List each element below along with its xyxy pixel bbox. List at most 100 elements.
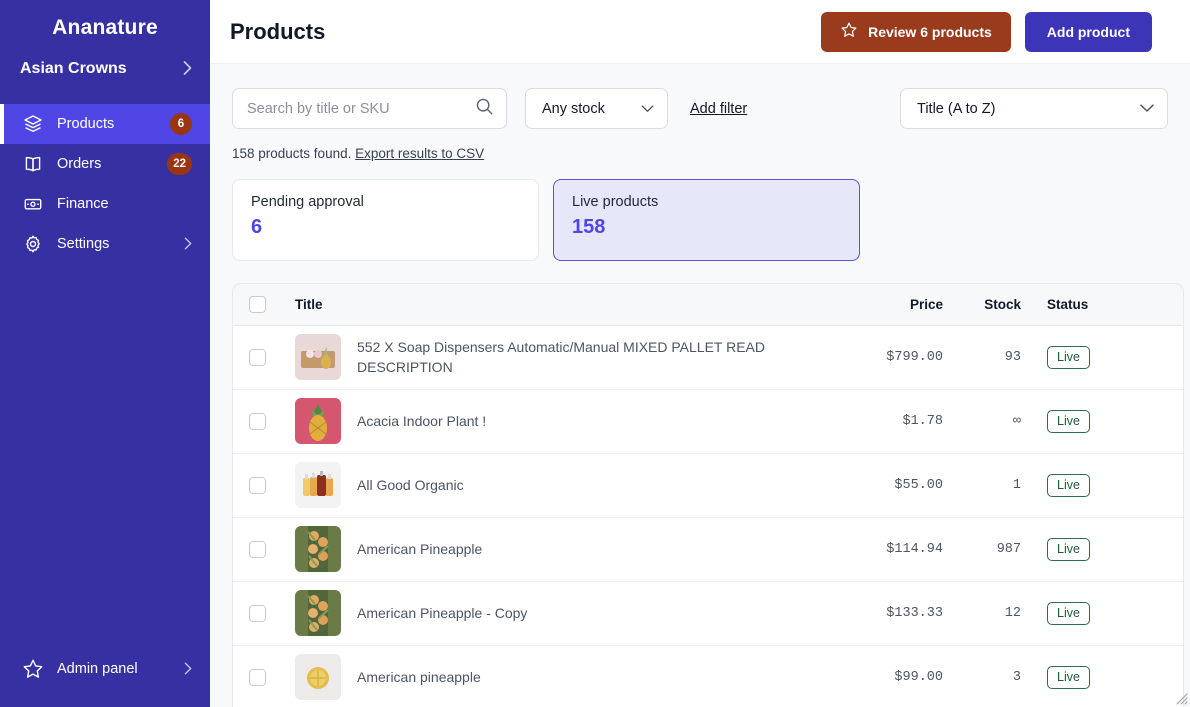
review-products-label: Review 6 products [868, 23, 992, 40]
row-select-cell [233, 645, 281, 707]
select-all-checkbox[interactable] [248, 295, 266, 313]
table-row[interactable]: American pineapple $99.00 3 Live [233, 645, 1183, 707]
product-stock: ∞ [955, 389, 1033, 454]
row-select-cell [233, 517, 281, 582]
table-row[interactable]: American Pineapple $114.94 987 Live [233, 517, 1183, 582]
product-title: 552 X Soap Dispensers Automatic/Manual M… [357, 338, 766, 375]
table-head: Title Price Stock Status [233, 284, 1183, 326]
column-header-price[interactable]: Price [837, 284, 955, 326]
row-select-cell [233, 325, 281, 390]
sidebar-item-settings[interactable]: Settings [0, 224, 210, 264]
sidebar-footer: Admin panel [0, 649, 210, 689]
stock-filter-select[interactable]: Any stock [525, 88, 668, 129]
products-table: Title Price Stock Status 552 X Soap Disp… [233, 284, 1183, 707]
row-checkbox[interactable] [248, 476, 266, 494]
card-label: Live products [572, 194, 659, 210]
add-product-button[interactable]: Add product [1024, 11, 1152, 52]
card-live-products[interactable]: Live products 158 [553, 179, 860, 261]
layers-icon [22, 113, 44, 135]
export-csv-link[interactable]: Export results to CSV [355, 146, 484, 161]
sidebar-item-finance[interactable]: Finance [0, 184, 210, 224]
window-resize-handle[interactable] [1173, 690, 1188, 705]
product-title: American Pineapple - Copy [357, 604, 528, 621]
top-bar: Products Review 6 products Add product [210, 0, 1190, 64]
results-summary: 158 products found. Export results to CS… [232, 146, 1168, 161]
pineapple-field-thumb [295, 526, 341, 572]
select-all-header [233, 284, 281, 326]
row-select-cell [233, 581, 281, 646]
review-products-button[interactable]: Review 6 products [821, 11, 1011, 52]
status-badge: Live [1047, 473, 1090, 497]
table-row[interactable]: American Pineapple - Copy $133.33 12 Liv… [233, 581, 1183, 646]
products-table-container: Title Price Stock Status 552 X Soap Disp… [232, 283, 1184, 707]
status-badge: Live [1047, 665, 1090, 689]
sidebar-badge-products: 6 [170, 113, 192, 135]
row-checkbox[interactable] [248, 348, 266, 366]
row-title-cell: 552 X Soap Dispensers Automatic/Manual M… [281, 325, 837, 390]
card-label: Pending approval [251, 194, 364, 210]
sort-select[interactable]: Title (A to Z) [900, 88, 1168, 129]
table-body: 552 X Soap Dispensers Automatic/Manual M… [233, 325, 1183, 707]
product-price: $114.94 [837, 517, 955, 582]
sidebar-item-label: Finance [57, 196, 109, 212]
product-stock: 3 [955, 645, 1033, 707]
column-header-status[interactable]: Status [1033, 284, 1183, 326]
status-badge: Live [1047, 409, 1090, 433]
sort-select-value: Title (A to Z) [917, 100, 996, 117]
product-price: $133.33 [837, 581, 955, 646]
row-status-cell: Live [1033, 581, 1183, 646]
sidebar-item-orders[interactable]: Orders 22 [0, 144, 210, 184]
column-header-stock[interactable]: Stock [955, 284, 1033, 326]
status-badge: Live [1047, 601, 1090, 625]
row-checkbox[interactable] [248, 540, 266, 558]
search-field[interactable] [232, 88, 507, 129]
row-status-cell: Live [1033, 517, 1183, 582]
row-select-cell [233, 389, 281, 454]
product-title: Acacia Indoor Plant ! [357, 412, 487, 429]
sidebar-item-label: Settings [57, 236, 110, 252]
banknote-icon [22, 193, 44, 215]
store-name: Asian Crowns [20, 60, 127, 77]
pineapple-field-thumb [295, 590, 341, 636]
pineapple-slice-thumb [295, 654, 341, 700]
pineapple-pink-thumb [295, 398, 341, 444]
results-count: 158 products found. [232, 146, 352, 161]
sidebar-item-admin-panel[interactable]: Admin panel [0, 649, 210, 689]
sidebar: Ananature Asian Crowns Products 6 Orders… [0, 0, 210, 707]
search-icon[interactable] [475, 97, 494, 121]
sidebar-item-label: Admin panel [57, 661, 138, 677]
table-row[interactable]: All Good Organic $55.00 1 Live [233, 453, 1183, 518]
chevron-right-icon [183, 61, 192, 77]
row-title-cell: All Good Organic [281, 453, 837, 518]
add-filter-link[interactable]: Add filter [690, 101, 747, 117]
card-value: 6 [251, 216, 263, 238]
filter-bar: Any stock Add filter Title (A to Z) [232, 64, 1168, 129]
product-title: American Pineapple [357, 540, 483, 557]
table-row[interactable]: 552 X Soap Dispensers Automatic/Manual M… [233, 325, 1183, 390]
gear-icon [22, 233, 44, 255]
book-icon [22, 153, 44, 175]
stock-filter-value: Any stock [542, 100, 605, 117]
brand-logo: Ananature [52, 16, 158, 39]
table-header-row: Title Price Stock Status [233, 284, 1183, 326]
star-icon [22, 658, 44, 680]
card-value: 158 [572, 216, 606, 238]
table-row[interactable]: Acacia Indoor Plant ! $1.78 ∞ Live [233, 389, 1183, 454]
column-header-title[interactable]: Title [281, 284, 837, 326]
card-pending-approval[interactable]: Pending approval 6 [232, 179, 539, 261]
search-input[interactable] [247, 100, 475, 117]
product-price: $55.00 [837, 453, 955, 518]
product-stock: 1 [955, 453, 1033, 518]
row-checkbox[interactable] [248, 604, 266, 622]
store-switcher[interactable]: Asian Crowns [0, 48, 210, 90]
row-title-cell: American Pineapple [281, 517, 837, 582]
sidebar-item-label: Orders [57, 156, 102, 172]
sidebar-item-products[interactable]: Products 6 [0, 104, 210, 144]
chevron-down-icon [1140, 101, 1154, 117]
product-stock: 93 [955, 325, 1033, 390]
row-checkbox[interactable] [248, 412, 266, 430]
status-badge: Live [1047, 537, 1090, 561]
row-title-cell: American Pineapple - Copy [281, 581, 837, 646]
row-checkbox[interactable] [248, 668, 266, 686]
row-status-cell: Live [1033, 325, 1183, 390]
